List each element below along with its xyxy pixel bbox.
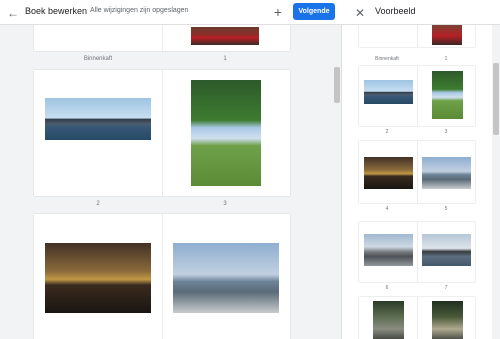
preview-label: 6 (385, 285, 389, 291)
preview-photo-5 (422, 157, 471, 189)
spread-label-left: Binnenkaft (83, 56, 113, 62)
spread-divider (417, 297, 418, 339)
save-status: Alle wijzigingen zijn opgeslagen (90, 7, 189, 14)
preview-label: Binnenkaft (375, 56, 399, 62)
preview-spread[interactable] (359, 66, 475, 126)
preview-scrollbar[interactable] (492, 25, 500, 339)
spread-divider (162, 25, 163, 51)
spread-divider (417, 222, 418, 282)
preview-scrollbar-thumb[interactable] (493, 63, 499, 135)
spread-divider (417, 25, 418, 47)
preview-photo-9 (432, 301, 463, 339)
photo-page-3[interactable] (191, 80, 261, 186)
editor-scrollbar-thumb[interactable] (334, 67, 340, 103)
spread-divider (417, 141, 418, 203)
photo-page-2[interactable] (45, 98, 151, 140)
top-app-bar: ← Boek bewerken Alle wijzigingen zijn op… (0, 0, 500, 25)
spread-label-right: 1 (223, 56, 227, 62)
photo-page-4[interactable] (45, 243, 151, 313)
spread-binnenkaft-1[interactable] (34, 25, 290, 51)
spread-divider (162, 214, 163, 339)
close-preview-icon[interactable]: ✕ (350, 3, 370, 23)
preview-spread[interactable] (359, 222, 475, 282)
add-plus-icon[interactable]: + (268, 2, 288, 22)
preview-label: 5 (444, 206, 448, 212)
preview-label: 1 (444, 56, 448, 62)
photo-page-1[interactable] (191, 27, 259, 45)
preview-label: 4 (385, 206, 389, 212)
preview-photo-3 (432, 71, 463, 119)
preview-spread[interactable] (359, 297, 475, 339)
spread-divider (162, 70, 163, 196)
preview-label: 7 (444, 285, 448, 291)
next-button[interactable]: Volgende (293, 3, 335, 20)
preview-photo-1 (432, 25, 462, 45)
preview-label: 3 (444, 129, 448, 135)
preview-photo-7 (422, 234, 471, 266)
preview-label: 2 (385, 129, 389, 135)
preview-photo-8 (373, 301, 404, 339)
editor-scrollbar[interactable] (333, 25, 341, 339)
preview-spread[interactable] (359, 25, 475, 47)
spread-4-5[interactable] (34, 214, 290, 339)
preview-photo-4 (364, 157, 413, 189)
preview-photo-6 (364, 234, 413, 266)
spread-divider (417, 66, 418, 126)
preview-title: Voorbeeld (375, 6, 416, 16)
preview-panel: Binnenkaft 1 2 3 4 5 6 7 (341, 25, 500, 339)
spread-label-right: 3 (223, 201, 227, 207)
book-editor-canvas[interactable]: Binnenkaft 1 2 3 (0, 25, 341, 339)
photo-page-5[interactable] (173, 243, 279, 313)
spread-label-left: 2 (96, 201, 100, 207)
back-arrow-icon[interactable]: ← (3, 3, 23, 23)
preview-spread[interactable] (359, 141, 475, 203)
spread-2-3[interactable] (34, 70, 290, 196)
page-title: Boek bewerken (25, 6, 88, 16)
preview-photo-2 (364, 80, 413, 104)
